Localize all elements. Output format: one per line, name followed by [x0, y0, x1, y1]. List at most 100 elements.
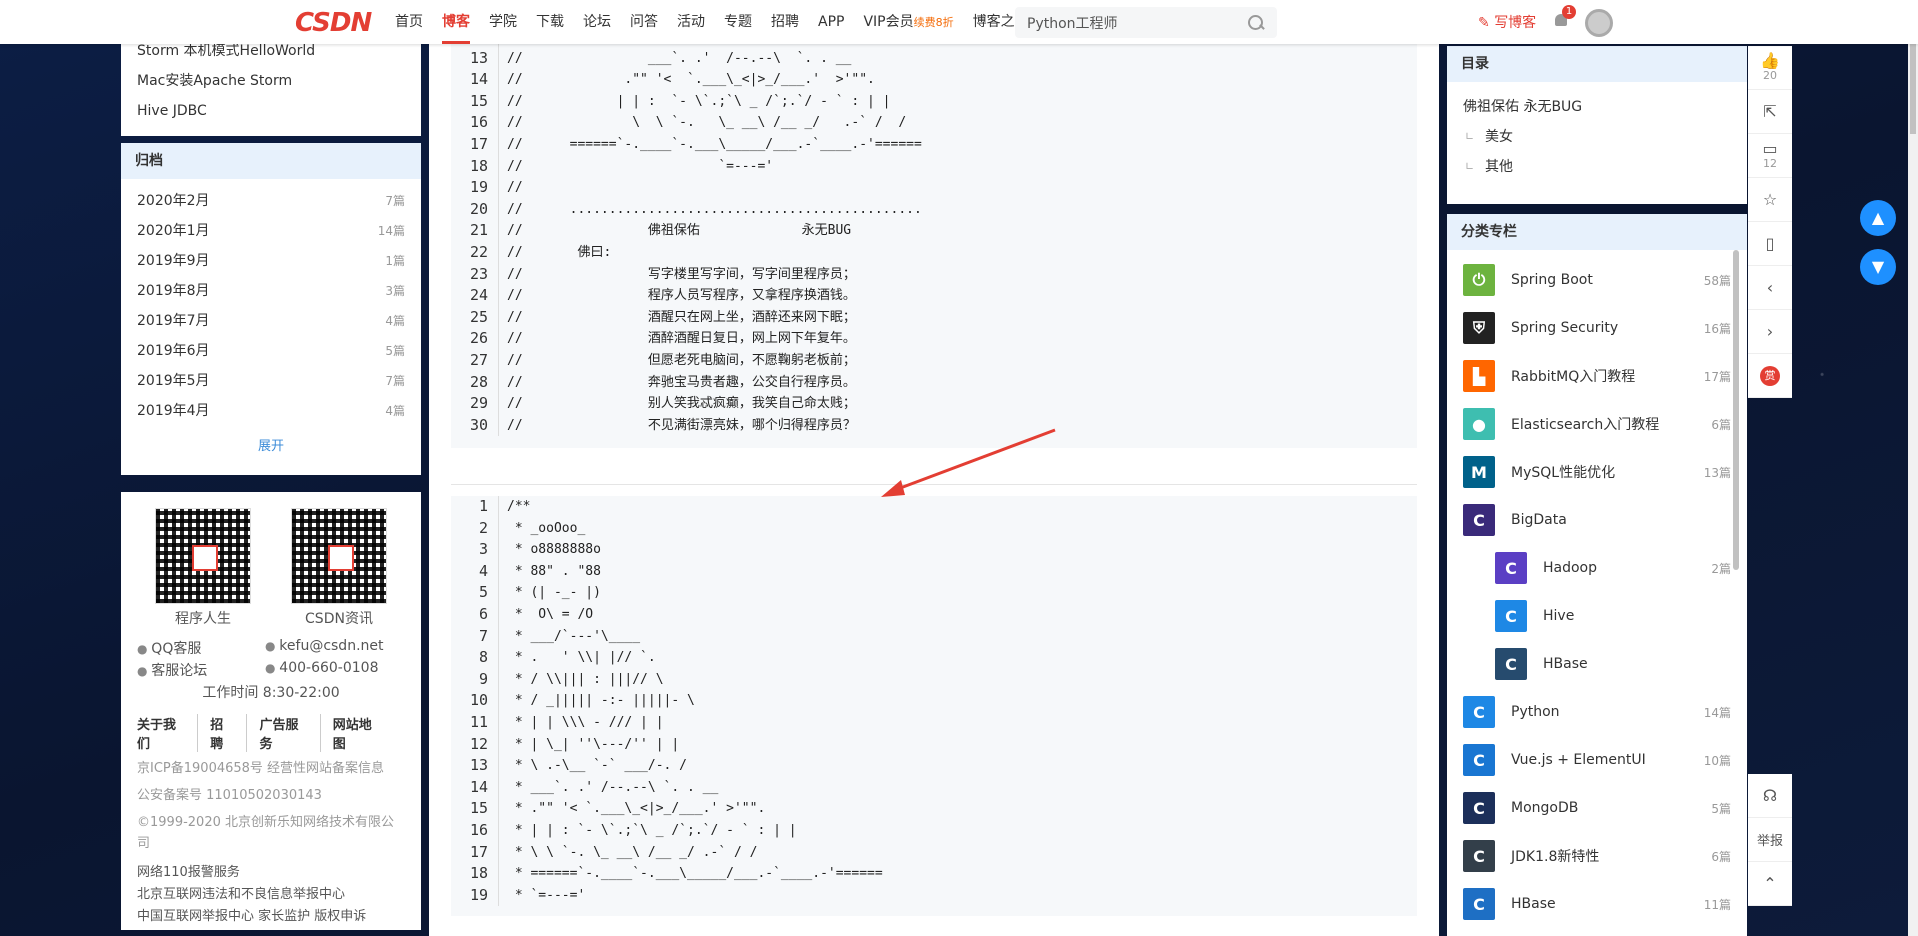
qq-service-link[interactable]: QQ客服 — [137, 638, 265, 658]
columns-scrollbar[interactable] — [1733, 250, 1739, 570]
avatar[interactable] — [1585, 9, 1613, 37]
hbase-icon: C — [1495, 648, 1527, 680]
vue-icon: C — [1463, 744, 1495, 776]
line-number: 9 — [451, 668, 499, 691]
related-article-link[interactable]: Hive JDBC — [137, 96, 405, 126]
column-name: JDK1.8新特性 — [1511, 849, 1600, 865]
report-china-link[interactable]: 中国互联网举报中心 家长监护 版权申诉 — [137, 906, 405, 928]
report-button[interactable]: 举报 — [1748, 818, 1792, 862]
code-line: 7 * ___/`---'\____ — [451, 625, 1417, 648]
line-content: // 奔驰宝马贵者趣，公交自行程序员。 — [507, 374, 856, 390]
column-item[interactable]: ▙ RabbitMQ入门教程 17篇 — [1463, 352, 1731, 400]
footer-link[interactable]: 关于我们 — [137, 714, 199, 752]
column-count: 16篇 — [1703, 321, 1731, 336]
footer-link[interactable]: 招聘 — [210, 714, 248, 752]
column-item[interactable]: C HBase — [1463, 640, 1731, 688]
email-link[interactable]: kefu@csdn.net — [265, 638, 415, 658]
nav-item[interactable]: 活动 — [677, 0, 705, 44]
nav-item[interactable]: APP — [818, 0, 844, 44]
qr-caption: 程序人生 — [175, 611, 231, 627]
mobile-button[interactable]: ▯ — [1748, 222, 1792, 266]
archive-row[interactable]: 2019年4月 4篇 — [137, 395, 405, 425]
line-number: 13 — [451, 47, 499, 70]
toc-item[interactable]: 其他 — [1463, 152, 1731, 182]
nav-item[interactable]: 学院 — [489, 0, 517, 44]
reward-button[interactable]: 赏 — [1748, 354, 1792, 398]
scroll-up-button[interactable]: ▲ — [1860, 200, 1896, 236]
next-button[interactable]: › — [1748, 310, 1792, 354]
report-beijing-link[interactable]: 北京互联网违法和不良信息举报中心 — [137, 884, 405, 906]
line-number: 5 — [451, 582, 499, 604]
column-item[interactable]: C Vue.js + ElementUI 10篇 — [1463, 736, 1731, 784]
column-item[interactable]: C BigData — [1463, 496, 1731, 544]
column-item[interactable]: C Hadoop 2篇 — [1463, 544, 1731, 592]
line-number: 16 — [451, 112, 499, 134]
column-item[interactable]: ● Elasticsearch入门教程 6篇 — [1463, 400, 1731, 448]
archive-month: 2019年8月 — [137, 283, 210, 299]
star-icon: ☆ — [1762, 189, 1778, 209]
favorite-button[interactable]: ☆ — [1748, 178, 1792, 222]
service-forum-link[interactable]: 客服论坛 — [137, 660, 265, 680]
prev-button[interactable]: ‹ — [1748, 266, 1792, 310]
search-icon[interactable] — [1247, 14, 1265, 32]
bigdata-icon: C — [1463, 504, 1495, 536]
customer-service-button[interactable]: ☊ — [1748, 774, 1792, 818]
column-count: 13篇 — [1703, 465, 1731, 480]
footer-link[interactable]: 网站地图 — [333, 714, 393, 752]
line-number: 17 — [451, 841, 499, 864]
page-scrollbar[interactable] — [1908, 44, 1918, 936]
report-110-link[interactable]: 网络110报警服务 — [137, 862, 405, 884]
column-item[interactable]: C JDK1.8新特性 6篇 — [1463, 832, 1731, 880]
nav-item[interactable]: 问答 — [630, 0, 658, 44]
line-number: 15 — [451, 798, 499, 820]
column-item[interactable]: C Python 14篇 — [1463, 688, 1731, 736]
nav-item[interactable]: 首页 — [395, 0, 423, 44]
line-number: 18 — [451, 155, 499, 178]
like-button[interactable]: 👍 20 — [1748, 46, 1792, 90]
related-article-link[interactable]: Mac安装Apache Storm — [137, 66, 405, 96]
column-item[interactable]: C MongoDB 5篇 — [1463, 784, 1731, 832]
toc-item[interactable]: 佛祖保佑 永无BUG — [1463, 92, 1731, 122]
archive-row[interactable]: 2019年8月 3篇 — [137, 275, 405, 305]
archive-row[interactable]: 2019年5月 7篇 — [137, 365, 405, 395]
share-button[interactable]: ⇱ — [1748, 90, 1792, 134]
column-item[interactable]: C HBase 11篇 — [1463, 880, 1731, 928]
nav-item[interactable]: 专题 — [724, 0, 752, 44]
write-blog-button[interactable]: ✎ 写博客 — [1478, 12, 1536, 32]
search-input[interactable]: Python工程师 — [1015, 7, 1277, 38]
footer-link[interactable]: 广告服务 — [259, 714, 321, 752]
nav-item[interactable]: 论坛 — [583, 0, 611, 44]
column-item[interactable]: ⛨ Spring Security 16篇 — [1463, 304, 1731, 352]
spring-security-icon: ⛨ — [1463, 312, 1495, 344]
column-item[interactable]: M MySQL性能优化 13篇 — [1463, 448, 1731, 496]
nav-item[interactable]: 博客 — [442, 0, 470, 44]
icp-text[interactable]: 京ICP备19004658号 经营性网站备案信息 — [137, 758, 405, 779]
comment-button[interactable]: ▭ 12 — [1748, 134, 1792, 178]
archive-row[interactable]: 2019年6月 5篇 — [137, 335, 405, 365]
scroll-down-button[interactable]: ▼ — [1860, 249, 1896, 285]
code-line: 20 // ...................................… — [451, 198, 1417, 221]
code-line: 16 // \ \ `-. \_ __\ /__ _/ .-` / / — [451, 112, 1417, 134]
archive-row[interactable]: 2019年9月 1篇 — [137, 245, 405, 275]
nav-item[interactable]: 下载 — [536, 0, 564, 44]
nav-item[interactable]: VIP会员续费8折 — [863, 0, 953, 44]
column-item[interactable]: ⏻ Spring Boot 58篇 — [1463, 256, 1731, 304]
archive-row[interactable]: 2020年2月 7篇 — [137, 185, 405, 215]
comment-icon: ▭ — [1762, 139, 1778, 158]
police-record[interactable]: 公安备案号 11010502030143 — [137, 785, 405, 806]
column-item[interactable]: C Hive — [1463, 592, 1731, 640]
work-hours: 工作时间 8:30-22:00 — [202, 685, 340, 701]
expand-button[interactable]: 展开 — [121, 435, 421, 454]
line-number: 23 — [451, 263, 499, 286]
csdn-logo[interactable]: CSDN — [295, 8, 372, 38]
line-content: // 程序人员写程序，又拿程序换酒钱。 — [507, 288, 856, 304]
line-content: * _ooOoo_ — [507, 520, 586, 536]
back-to-top-button[interactable]: ⌃ — [1748, 862, 1792, 906]
nav-item[interactable]: 招聘 — [771, 0, 799, 44]
archive-row[interactable]: 2019年7月 4篇 — [137, 305, 405, 335]
archive-row[interactable]: 2020年1月 14篇 — [137, 215, 405, 245]
triangle-up-icon: ▲ — [1871, 208, 1885, 227]
line-content: * \ \ `-. \_ __\ /__ _/ .-` / / — [507, 844, 758, 860]
toc-item[interactable]: 美女 — [1463, 122, 1731, 152]
code-line: 8 * . ' \\| |// `. — [451, 647, 1417, 669]
